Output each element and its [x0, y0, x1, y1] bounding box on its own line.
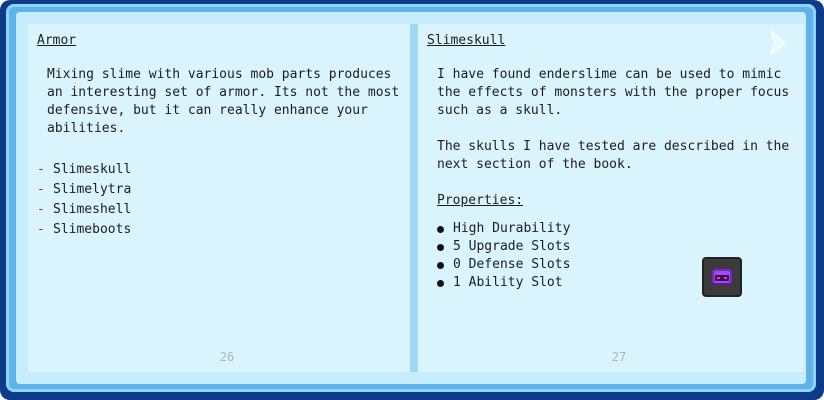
list-item[interactable]: - Slimeskull: [37, 160, 404, 180]
property-label: 5 Upgrade Slots: [453, 239, 571, 254]
bullet-icon: [437, 243, 444, 251]
property-label: High Durability: [453, 221, 571, 236]
right-paragraph-2: The skulls I have tested are described i…: [437, 139, 798, 172]
book: Armor Mixing slime with various mob part…: [0, 0, 824, 400]
dash-icon: -: [37, 182, 45, 197]
bullet-icon: [437, 279, 444, 287]
property-label: 0 Defense Slots: [453, 257, 571, 272]
right-paragraph-block: I have found enderslime can be used to m…: [437, 66, 799, 174]
right-page-title: Slimeskull: [427, 33, 506, 48]
property-label: 1 Ability Slot: [453, 275, 563, 290]
list-item-label: Slimeskull: [53, 162, 132, 177]
dash-icon: -: [37, 162, 45, 177]
helmet-icon: [712, 269, 732, 285]
property-row: 0 Defense Slots: [437, 256, 798, 274]
dash-icon: -: [37, 222, 45, 237]
list-item[interactable]: - Slimeshell: [37, 200, 404, 220]
armor-list: - Slimeskull - Slimelytra - Slimeshell -…: [37, 160, 404, 240]
list-item-label: Slimeboots: [53, 222, 132, 237]
book-gutter: [410, 24, 418, 372]
left-intro-text: Mixing slime with various mob parts prod…: [47, 67, 408, 136]
list-item[interactable]: - Slimeboots: [37, 220, 404, 240]
properties-block: Properties: High Durability 5 Upgrade Sl…: [437, 192, 798, 292]
list-item-label: Slimeshell: [53, 202, 132, 217]
properties-title: Properties:: [437, 193, 524, 208]
property-row: 1 Ability Slot: [437, 274, 798, 292]
next-page-arrow-icon[interactable]: [768, 28, 788, 58]
dash-icon: -: [37, 202, 45, 217]
bullet-icon: [437, 261, 444, 269]
right-page: Slimeskull I have found enderslime can b…: [418, 24, 804, 372]
bullet-icon: [437, 225, 444, 233]
slimeskull-helmet-icon[interactable]: [702, 257, 742, 297]
property-row: 5 Upgrade Slots: [437, 238, 798, 256]
list-item-label: Slimelytra: [53, 182, 132, 197]
left-page: Armor Mixing slime with various mob part…: [28, 24, 410, 372]
property-row: High Durability: [437, 220, 798, 238]
right-paragraph-1: I have found enderslime can be used to m…: [437, 67, 798, 118]
book-inner: Armor Mixing slime with various mob part…: [16, 12, 806, 384]
left-page-number: 26: [219, 350, 235, 364]
right-page-number: 27: [611, 350, 627, 364]
list-item[interactable]: - Slimelytra: [37, 180, 404, 200]
left-page-title[interactable]: Armor: [37, 32, 76, 50]
book-frame: Armor Mixing slime with various mob part…: [6, 4, 816, 392]
left-intro-block: Mixing slime with various mob parts prod…: [47, 66, 409, 138]
